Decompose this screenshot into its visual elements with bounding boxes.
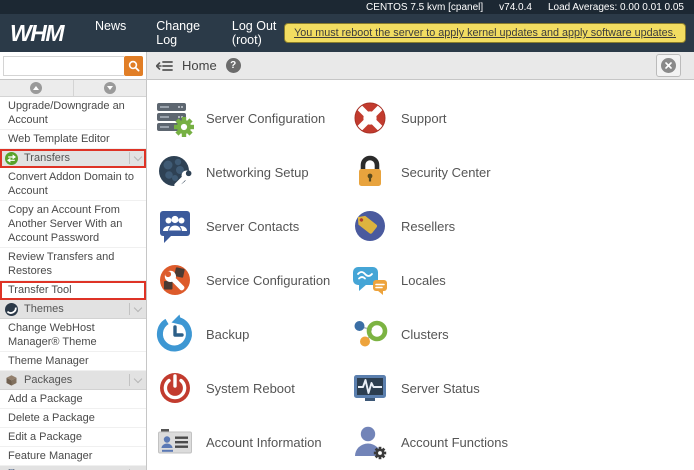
sidebar-section-packages[interactable]: Packages: [0, 371, 146, 390]
tile-label: Support: [401, 110, 447, 126]
locales-icon: [350, 260, 390, 300]
backup-icon: [155, 314, 195, 354]
section-label: Packages: [24, 374, 73, 386]
server-status-icon: [350, 368, 390, 408]
sidebar-scroll-buttons: [0, 80, 146, 97]
tile-label: Server Contacts: [206, 218, 300, 234]
tile-label: Account Information: [206, 434, 322, 450]
tile-label: Locales: [401, 272, 446, 288]
sidebar-item-feature-manager[interactable]: Feature Manager: [0, 447, 146, 466]
close-page-button[interactable]: [656, 54, 681, 77]
whm-version: v74.0.4: [499, 1, 532, 13]
tile-server-configuration[interactable]: Server Configuration: [155, 91, 350, 145]
search-icon: [128, 60, 140, 72]
tile-label: Resellers: [401, 218, 456, 234]
server-configuration-icon: [155, 98, 195, 138]
tile-server-contacts[interactable]: Server Contacts: [155, 199, 350, 253]
search-box: [3, 55, 124, 76]
sidebar-item-web-template-editor[interactable]: Web Template Editor: [0, 130, 146, 149]
tile-service-configuration[interactable]: Service Configuration: [155, 253, 350, 307]
main-tile-grid: Server Configuration Support Networking …: [147, 80, 694, 470]
networking-setup-icon: [155, 152, 195, 192]
system-reboot-icon: [155, 368, 195, 408]
packages-icon: [5, 374, 18, 387]
search-input[interactable]: [4, 57, 124, 74]
tile-locales[interactable]: Locales: [350, 253, 545, 307]
tile-label: Clusters: [401, 326, 449, 342]
search-button[interactable]: [124, 55, 143, 76]
server-contacts-icon: [155, 206, 195, 246]
chevron-down-icon: [133, 374, 143, 383]
sidebar-section-dns-functions[interactable]: DNS Functions: [0, 466, 146, 470]
account-functions-icon: [350, 422, 390, 462]
tile-account-functions[interactable]: Account Functions: [350, 415, 545, 469]
whm-logo[interactable]: WHM: [10, 20, 64, 47]
sidebar-item-upgrade-downgrade-account[interactable]: Upgrade/Downgrade an Account: [0, 97, 146, 130]
tile-label: Account Functions: [401, 434, 508, 450]
header: WHM News Change Log Log Out (root) You m…: [0, 14, 694, 52]
chevron-down-icon: [133, 152, 143, 161]
tile-account-information[interactable]: Account Information: [155, 415, 350, 469]
sidebar: Upgrade/Downgrade an Account Web Templat…: [0, 80, 147, 470]
tile-resellers[interactable]: Resellers: [350, 199, 545, 253]
support-icon: [350, 98, 390, 138]
tile-label: Server Configuration: [206, 110, 326, 126]
sidebar-item-delete-package[interactable]: Delete a Package: [0, 409, 146, 428]
sidebar-search-area: [0, 52, 147, 79]
tile-server-status[interactable]: Server Status: [350, 361, 545, 415]
tile-networking-setup[interactable]: Networking Setup: [155, 145, 350, 199]
sidebar-item-edit-package[interactable]: Edit a Package: [0, 428, 146, 447]
sidebar-item-review-transfers[interactable]: Review Transfers and Restores: [0, 248, 146, 281]
scroll-down-button[interactable]: [73, 80, 146, 96]
sidebar-item-transfer-tool[interactable]: Transfer Tool: [0, 281, 146, 300]
tile-label: Service Configuration: [206, 272, 331, 288]
resellers-icon: [350, 206, 390, 246]
tile-clusters[interactable]: Clusters: [350, 307, 545, 361]
tile-label: Server Status: [401, 380, 480, 396]
collapse-sidebar-icon[interactable]: [156, 60, 173, 72]
sidebar-item-add-package[interactable]: Add a Package: [0, 390, 146, 409]
header-nav: News Change Log Log Out (root): [95, 19, 284, 47]
section-label: Transfers: [24, 152, 71, 164]
sidebar-item-change-whm-theme[interactable]: Change WebHost Manager® Theme: [0, 319, 146, 352]
caret-up-icon: [30, 82, 43, 94]
nav-change-log[interactable]: Change Log: [156, 19, 202, 47]
chevron-down-icon: [133, 303, 143, 312]
breadcrumb-home[interactable]: Home: [182, 58, 217, 73]
tile-system-reboot[interactable]: System Reboot: [155, 361, 350, 415]
reboot-notice-link[interactable]: You must reboot the server to apply kern…: [284, 23, 686, 43]
service-configuration-icon: [155, 260, 195, 300]
clusters-icon: [350, 314, 390, 354]
sidebar-section-themes[interactable]: Themes: [0, 300, 146, 319]
transfers-icon: [5, 151, 18, 165]
nav-news[interactable]: News: [95, 19, 126, 47]
sidebar-section-transfers[interactable]: Transfers: [0, 149, 146, 168]
close-icon: [661, 58, 676, 73]
tile-security-center[interactable]: Security Center: [350, 145, 545, 199]
server-info: CENTOS 7.5 kvm [cpanel]: [366, 1, 484, 13]
sidebar-item-copy-account[interactable]: Copy an Account From Another Server With…: [0, 201, 146, 248]
tile-support[interactable]: Support: [350, 91, 545, 145]
top-status-bar: CENTOS 7.5 kvm [cpanel] v74.0.4 Load Ave…: [0, 0, 694, 14]
account-information-icon: [155, 422, 195, 462]
themes-icon: [5, 302, 18, 316]
sidebar-item-theme-manager[interactable]: Theme Manager: [0, 352, 146, 371]
sidebar-item-convert-addon-domain[interactable]: Convert Addon Domain to Account: [0, 168, 146, 201]
section-label: Themes: [24, 303, 64, 315]
tile-label: System Reboot: [206, 380, 295, 396]
help-icon[interactable]: ?: [225, 58, 241, 73]
load-averages: Load Averages: 0.00 0.01 0.05: [547, 1, 684, 13]
tile-label: Networking Setup: [206, 164, 309, 180]
breadcrumb-bar: Home ?: [147, 52, 694, 79]
tile-label: Backup: [206, 326, 250, 342]
toolbar: Home ?: [0, 52, 694, 80]
tile-label: Security Center: [401, 164, 491, 180]
security-center-icon: [350, 152, 390, 192]
nav-log-out[interactable]: Log Out (root): [232, 19, 284, 47]
scroll-up-button[interactable]: [0, 80, 74, 96]
caret-down-icon: [103, 82, 116, 94]
tile-backup[interactable]: Backup: [155, 307, 350, 361]
